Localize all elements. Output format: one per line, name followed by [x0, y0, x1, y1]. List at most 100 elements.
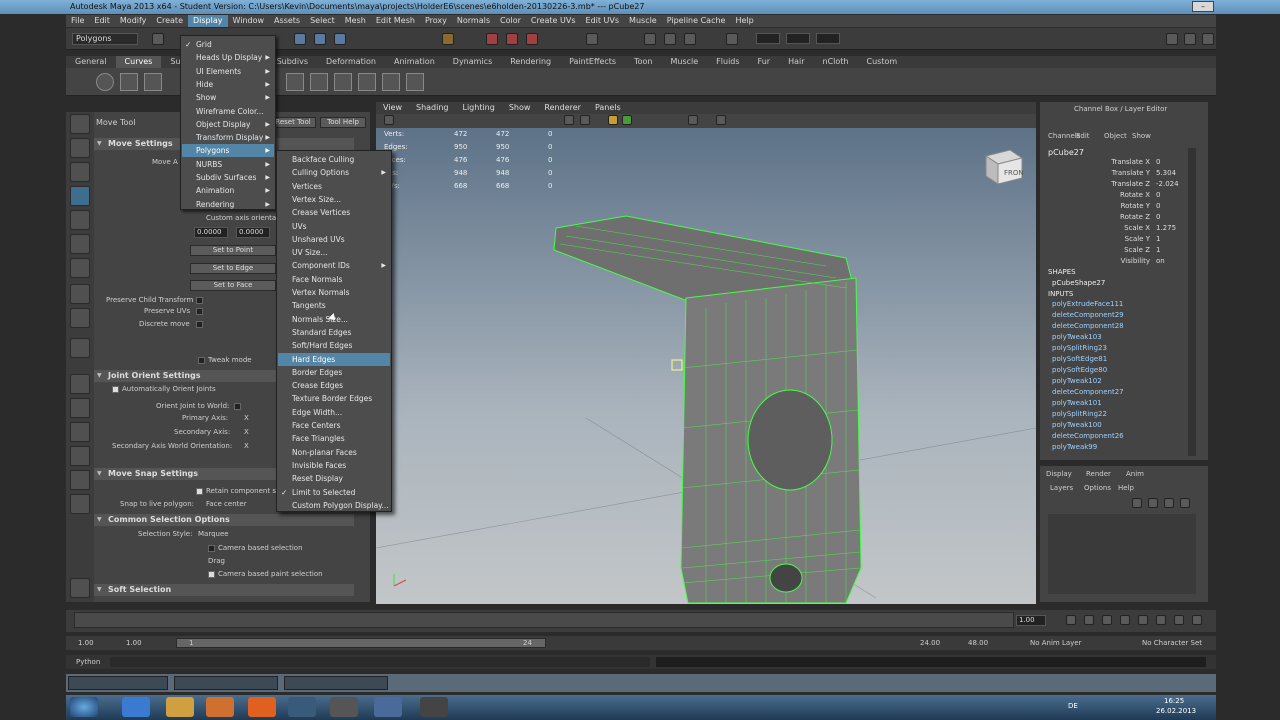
mesh-object[interactable] [553, 215, 862, 604]
channel-attr-row[interactable]: Translate X 0 [1040, 158, 1190, 169]
menu-set-selector[interactable]: Polygons [72, 33, 138, 45]
shelf-tab-deformation[interactable]: Deformation [317, 56, 385, 68]
layout-uv-editor-icon[interactable] [70, 494, 90, 514]
shelf-tab-general[interactable]: General [66, 56, 116, 68]
menu-item-uvs[interactable]: UVs [278, 220, 390, 233]
layer-tab-render[interactable]: Render [1086, 470, 1111, 478]
y-field[interactable] [786, 33, 810, 44]
shelf-tab-rendering[interactable]: Rendering [501, 56, 560, 68]
viewport-menu-panels[interactable]: Panels [588, 102, 628, 114]
loft-icon[interactable] [382, 73, 400, 91]
marquee-radio[interactable]: Marquee [198, 530, 229, 538]
channel-attr-row[interactable]: Scale Y 1 [1040, 235, 1190, 246]
channel-menu-show[interactable]: Show [1132, 132, 1151, 140]
menu-item-rendering[interactable]: Rendering ▶ [182, 198, 274, 211]
maya-2-icon[interactable] [330, 697, 358, 717]
channel-attr-row[interactable]: Rotate Y 0 [1040, 202, 1190, 213]
menu-item-show[interactable]: Show ▶ [182, 91, 274, 104]
menu-item-tangents[interactable]: Tangents [278, 299, 390, 312]
drag-radio[interactable]: Drag [208, 557, 225, 565]
new-layer-icon[interactable] [1132, 498, 1142, 508]
ep-curve-icon[interactable] [286, 73, 304, 91]
menu-help[interactable]: Help [730, 15, 758, 27]
common-selection-header[interactable]: Common Selection Options [94, 514, 354, 526]
shelf-tab-painteffects[interactable]: PaintEffects [560, 56, 625, 68]
menu-item-invisible-faces[interactable]: Invisible Faces [278, 459, 390, 472]
transform-field-icon[interactable] [726, 33, 738, 45]
snap-curve-icon[interactable] [506, 33, 518, 45]
channel-box-object[interactable]: pCube27 [1048, 148, 1084, 157]
menu-item-object-display[interactable]: Object Display ▶ [182, 118, 274, 131]
isolate-select-icon[interactable] [688, 115, 698, 125]
menu-item-texture-border-edges[interactable]: Texture Border Edges [278, 392, 390, 405]
range-start-field[interactable]: 1.00 [78, 639, 94, 647]
layout-persp-outliner-icon[interactable] [70, 422, 90, 442]
input-node[interactable]: polySoftEdge80 [1052, 366, 1107, 374]
command-input[interactable] [110, 657, 650, 667]
menu-item-grid[interactable]: ✓ Grid [182, 38, 274, 51]
terminal-icon[interactable] [420, 697, 448, 717]
menu-item-component-ids[interactable]: Component IDs ▶ [278, 259, 390, 272]
last-tool-icon[interactable] [70, 338, 90, 358]
step-forward-icon[interactable] [1174, 615, 1184, 625]
set-to-point-button[interactable]: Set to Point [190, 245, 276, 256]
menu-item-soft-hard-edges[interactable]: Soft/Hard Edges [278, 339, 390, 352]
input-node[interactable]: deleteComponent28 [1052, 322, 1124, 330]
x-field[interactable] [756, 33, 780, 44]
step-back-key-icon[interactable] [1102, 615, 1112, 625]
secondary-axis-x[interactable]: X [244, 428, 249, 436]
current-time-field[interactable]: 1.00 [1016, 615, 1046, 626]
paint-select-tool-icon[interactable] [70, 162, 90, 182]
menu-item-nurbs[interactable]: NURBS ▶ [182, 158, 274, 171]
new-layer-selected-icon[interactable] [1148, 498, 1158, 508]
menu-item-heads-up-display[interactable]: Heads Up Display ▶ [182, 51, 274, 64]
menu-proxy[interactable]: Proxy [420, 15, 452, 27]
channel-box-toggle-icon[interactable] [1202, 33, 1214, 45]
channel-attr-row[interactable]: Scale X 1.275 [1040, 224, 1190, 235]
layer-menu-help[interactable]: Help [1118, 484, 1134, 492]
play-backwards-icon[interactable] [1120, 615, 1130, 625]
layer-list[interactable] [1048, 514, 1196, 594]
go-to-end-icon[interactable] [1192, 615, 1202, 625]
menu-item-culling-options[interactable]: Culling Options ▶ [278, 166, 390, 179]
input-node[interactable]: deleteComponent29 [1052, 311, 1124, 319]
menu-edit-uvs[interactable]: Edit UVs [581, 15, 625, 27]
auto-orient-checkbox[interactable] [112, 386, 119, 393]
menu-item-polygons[interactable]: Polygons ▶ [182, 144, 274, 158]
layer-tab-anim[interactable]: Anim [1126, 470, 1144, 478]
menu-edit[interactable]: Edit [89, 15, 115, 27]
input-node[interactable]: polyExtrudeFace111 [1052, 300, 1123, 308]
shelf-tab-fluids[interactable]: Fluids [707, 56, 748, 68]
menu-create[interactable]: Create [151, 15, 188, 27]
wireframe-icon[interactable] [564, 115, 574, 125]
render-settings-icon[interactable] [684, 33, 696, 45]
menu-item-vertex-size[interactable]: Vertex Size... [278, 193, 390, 206]
revolve-icon[interactable] [358, 73, 376, 91]
channel-attr-row[interactable]: Visibility on [1040, 257, 1190, 268]
file-explorer-icon[interactable] [166, 697, 194, 717]
menu-item-reset-display[interactable]: Reset Display [278, 472, 390, 485]
lock-selection-icon[interactable] [442, 33, 454, 45]
menu-item-face-normals[interactable]: Face Normals [278, 273, 390, 286]
channel-attr-row[interactable]: Translate Y 5.304 [1040, 169, 1190, 180]
viewport-menu-shading[interactable]: Shading [409, 102, 456, 114]
anim-layer-selector[interactable]: No Anim Layer [1030, 639, 1081, 647]
range-start-field-2[interactable]: 1.00 [126, 639, 142, 647]
channel-attr-row[interactable]: Rotate Z 0 [1040, 213, 1190, 224]
face-center-option[interactable]: Face center [206, 500, 247, 508]
render-icon[interactable] [644, 33, 656, 45]
channel-attr-row[interactable]: Scale Z 1 [1040, 246, 1190, 257]
secondary-world-x[interactable]: X [244, 442, 249, 450]
range-end-field[interactable]: 24.00 [920, 639, 940, 647]
attribute-editor-toggle-icon[interactable] [1166, 33, 1178, 45]
select-tool-icon[interactable] [70, 114, 90, 134]
perspective-viewport[interactable] [376, 128, 1036, 604]
shelf-tab-toon[interactable]: Toon [625, 56, 661, 68]
scale-tool-icon[interactable] [70, 234, 90, 254]
viewport-menu-renderer[interactable]: Renderer [537, 102, 588, 114]
layout-single-icon[interactable] [70, 374, 90, 394]
use-lights-icon[interactable] [608, 115, 618, 125]
channel-attr-value[interactable]: 0 [1156, 158, 1160, 166]
reset-tool-button[interactable]: Reset Tool [270, 117, 316, 128]
shelf-tab-animation[interactable]: Animation [385, 56, 444, 68]
